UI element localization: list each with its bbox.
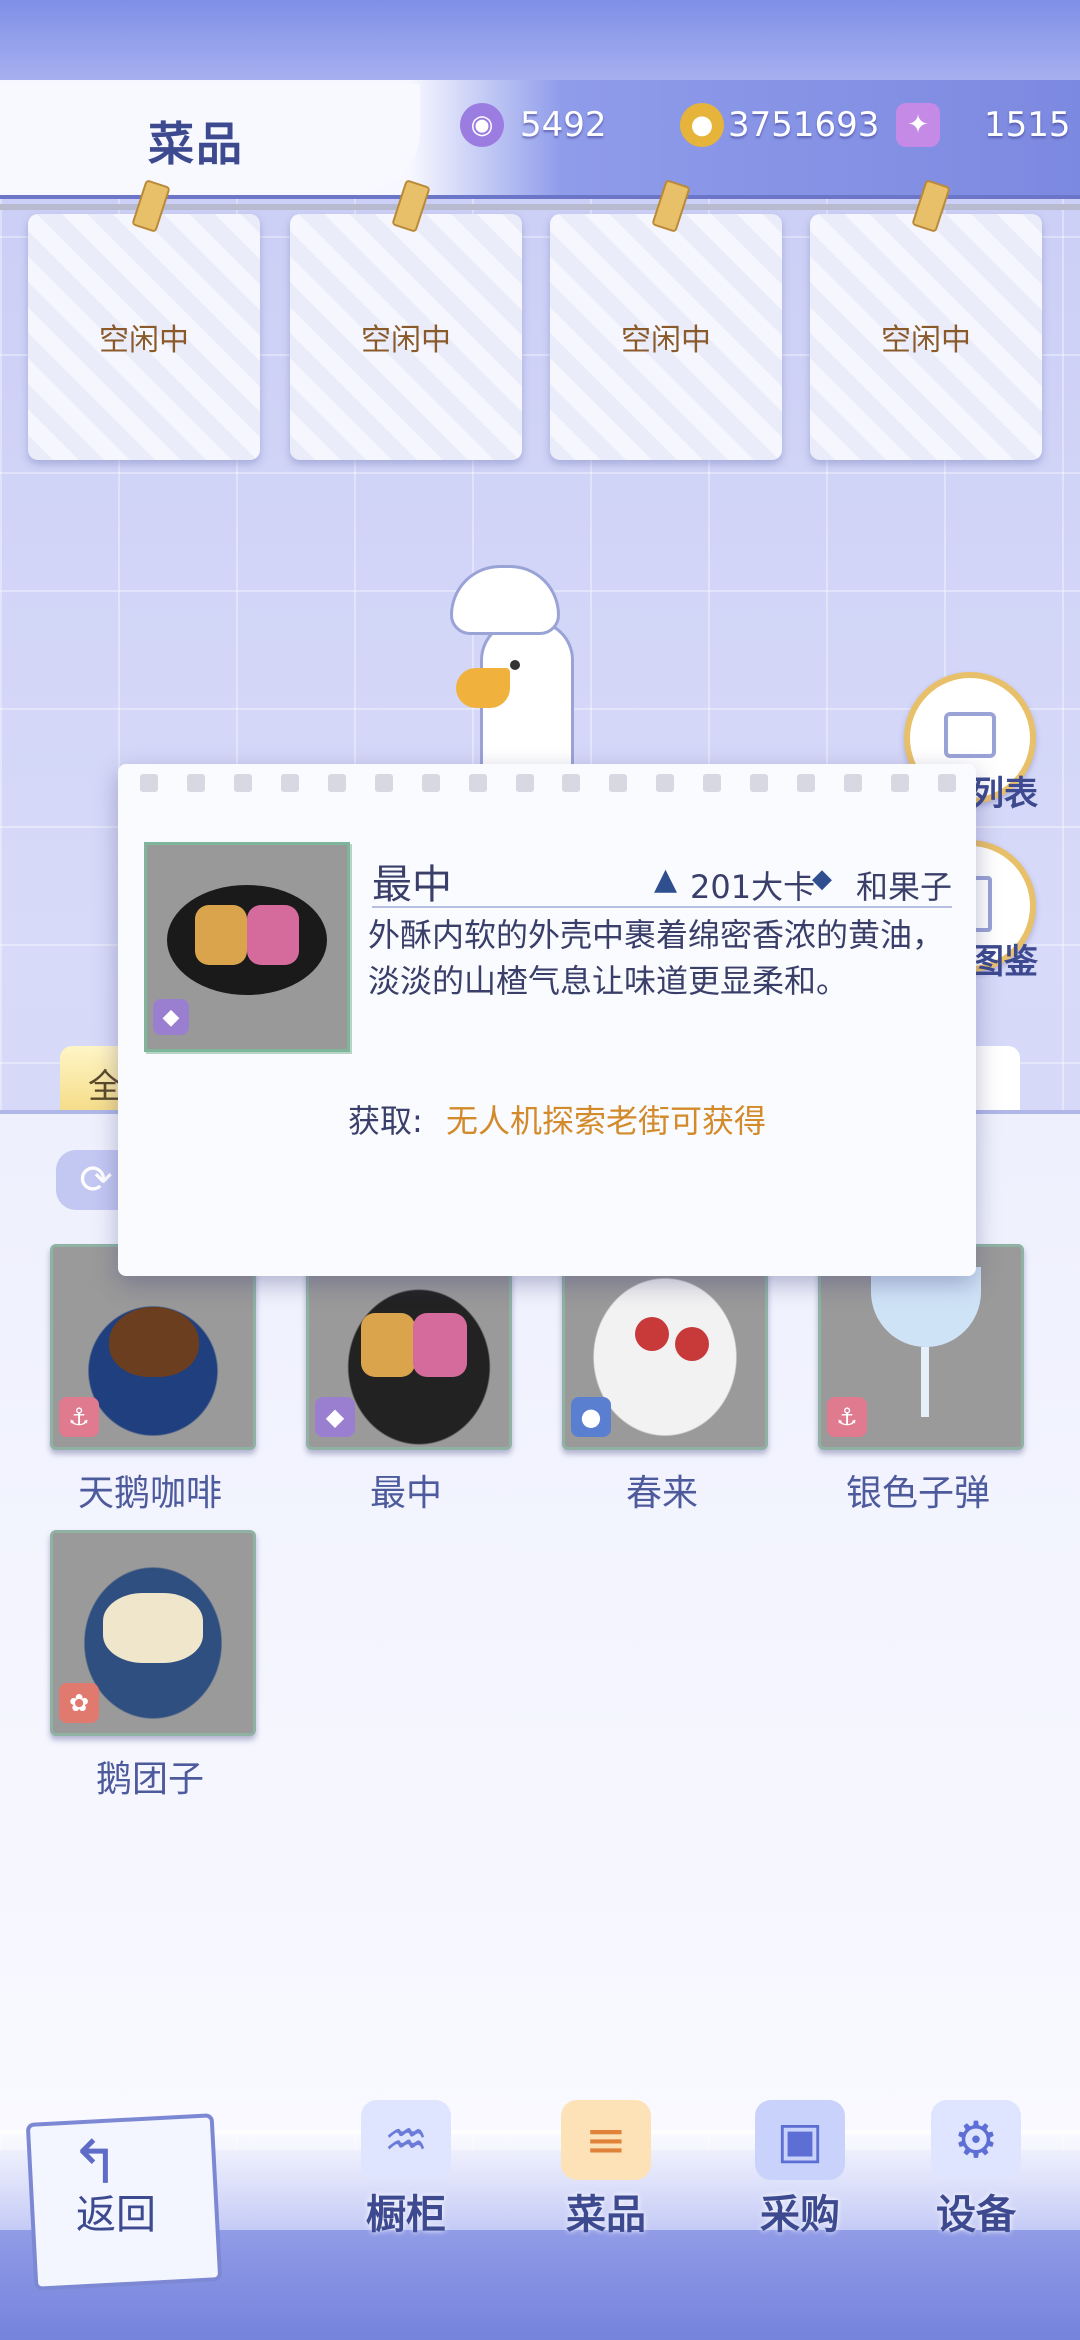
page-title: 菜品: [148, 117, 244, 171]
order-status: 空闲中: [361, 323, 451, 358]
diamond-icon: ◆: [315, 1397, 355, 1437]
lightbulb-icon: ●: [571, 1397, 611, 1437]
goose-icon: ✿: [59, 1683, 99, 1723]
popup-description: 外酥内软的外壳中裹着绵密香浓的黄油，淡淡的山楂气息让味道更显柔和。: [368, 916, 945, 1000]
swan-ticket-icon: ✦: [896, 103, 940, 147]
box-list-icon: [944, 712, 996, 758]
anchor-icon: ⚓: [59, 1397, 99, 1437]
order-status: 空闲中: [99, 323, 189, 358]
dish-name: 鹅团子: [95, 1759, 204, 1800]
goose-eye: [510, 660, 520, 670]
popup-dish-image: ◆: [144, 842, 350, 1052]
currency-gem[interactable]: ◉ 5492: [460, 100, 607, 150]
order-status: 空闲中: [621, 323, 711, 358]
coin-count: 3751693: [728, 105, 880, 145]
catalog-label: 图鉴: [970, 942, 1038, 982]
drink-burger-icon: ♒: [361, 2100, 451, 2180]
nav-dishes[interactable]: ≡ 菜品: [526, 2100, 686, 2240]
dumplings: [103, 1593, 203, 1663]
diamond-icon: ◆: [153, 999, 189, 1035]
order-list-label: 列表: [970, 774, 1038, 814]
order-slot-4[interactable]: 空闲中: [810, 214, 1042, 460]
order-slot-1[interactable]: 空闲中: [28, 214, 260, 460]
dish-name: 天鹅咖啡: [77, 1473, 222, 1514]
back-label: 返回: [76, 2192, 156, 2238]
snowman-decor: [675, 1327, 709, 1361]
purple-gem-icon: ◉: [460, 103, 504, 147]
dish-name: 春来: [625, 1473, 698, 1514]
monaka-pink: [413, 1313, 467, 1377]
dish-card-goose-dumpling[interactable]: ✿: [50, 1530, 256, 1736]
goose-beak: [456, 668, 510, 708]
coffee-heart: [109, 1307, 199, 1377]
burger-icon: ≡: [561, 2100, 651, 2180]
tab-all-label: 全: [88, 1066, 122, 1107]
nav-label: 橱柜: [366, 2192, 446, 2238]
order-slot-2[interactable]: 空闲中: [290, 214, 522, 460]
anchor-icon: ⚓: [827, 1397, 867, 1437]
monaka-yellow: [361, 1313, 415, 1377]
nav-equipment[interactable]: ⚙ 设备: [896, 2100, 1056, 2240]
category-icon: ◆: [812, 864, 832, 894]
top-decor-band: [0, 0, 1080, 80]
coffee-machine-icon: ⚙: [931, 2100, 1021, 2180]
nav-label: 采购: [760, 2192, 840, 2238]
nav-label: 菜品: [566, 2192, 646, 2238]
dish-name: 最中: [369, 1473, 442, 1514]
monaka-yellow: [195, 905, 247, 965]
popup-dish-name: 最中: [372, 862, 452, 908]
obtain-label: 获取:: [348, 1102, 423, 1140]
ticket-count: 1515: [984, 105, 1071, 145]
chef-hat-icon: [450, 565, 560, 635]
monaka-pink: [247, 905, 299, 965]
currency-coin[interactable]: ● 3751693: [680, 100, 879, 150]
nav-purchase[interactable]: ▣ 采购: [720, 2100, 880, 2240]
popup-category: 和果子: [856, 868, 953, 906]
gem-count: 5492: [520, 105, 607, 145]
cocktail-stem: [921, 1347, 929, 1417]
currency-ticket[interactable]: ✦ 1515: [896, 100, 1071, 150]
nav-label: 设备: [936, 2192, 1016, 2238]
notebook-rings: [140, 774, 956, 796]
snowman-decor: [635, 1317, 669, 1351]
dish-name: 银色子弹: [845, 1473, 990, 1514]
shopping-bag-icon: ▣: [755, 2100, 845, 2180]
order-status: 空闲中: [881, 323, 971, 358]
flame-icon: ▲: [654, 862, 678, 897]
popup-calories: 201大卡: [690, 868, 816, 906]
nav-cabinet[interactable]: ♒ 橱柜: [326, 2100, 486, 2240]
gold-coin-icon: ●: [680, 103, 724, 147]
obtain-method[interactable]: 无人机探索老街可获得: [446, 1096, 766, 1142]
order-slot-3[interactable]: 空闲中: [550, 214, 782, 460]
